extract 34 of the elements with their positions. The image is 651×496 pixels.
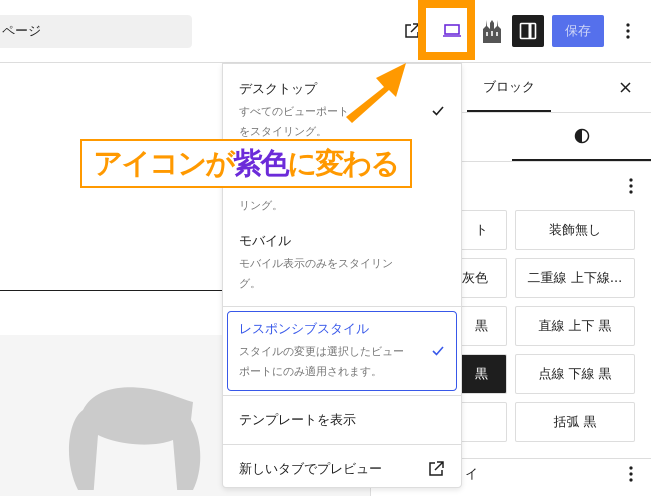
style-variation-button[interactable]: 点線 下線 黒 (515, 354, 635, 394)
option-description: すべてのビューポートをスタイリング。 (239, 104, 350, 140)
sidebar-tab[interactable]: ブロック (467, 63, 551, 112)
sidebar-toggle-button[interactable] (512, 15, 544, 47)
option-description: スタイルの変更は選択したビューポートにのみ適用されます。 (239, 344, 405, 380)
style-variation-button[interactable]: 装飾無し (515, 210, 635, 250)
style-variation-button[interactable]: 直線 上下 黒 (515, 306, 635, 346)
search-field[interactable]: ページ (0, 14, 192, 48)
callout-text: アイコンが (94, 144, 234, 182)
laptop-icon (442, 24, 462, 38)
sidebar-icon (519, 22, 537, 40)
option-title[interactable]: レスポンシブスタイル (239, 320, 369, 338)
external-link-icon (427, 460, 445, 478)
annotation-arrow (346, 63, 406, 123)
menu-item[interactable]: 新しいタブでプレビュー (227, 449, 457, 489)
style-variation-button[interactable]: 二重線 上下線... (515, 258, 635, 298)
external-link-icon (403, 22, 421, 40)
callout-text: 紫色 (234, 144, 288, 182)
contrast-icon (574, 128, 590, 144)
more-icon[interactable] (629, 466, 633, 482)
highlight-frame (418, 0, 475, 60)
style-variation-button[interactable]: 括弧 黒 (515, 402, 635, 442)
item-label: 新しいタブでプレビュー (239, 461, 383, 478)
more-icon (626, 23, 630, 39)
option-title[interactable]: モバイル (239, 232, 291, 250)
menu-item[interactable]: テンプレートを表示 (227, 400, 457, 440)
section-title: イ (465, 466, 479, 483)
menu-option[interactable]: レスポンシブスタイル スタイルの変更は選択したビューポートにのみ適用されます。 (227, 311, 457, 391)
option-title[interactable]: デスクトップ (239, 80, 317, 98)
callout-text: に変わる (288, 144, 398, 182)
option-description: モバイル表示のみをスタイリング。 (239, 256, 394, 292)
more-icon[interactable] (629, 178, 633, 194)
close-icon (620, 82, 630, 93)
option-description: リング。 (239, 198, 284, 214)
